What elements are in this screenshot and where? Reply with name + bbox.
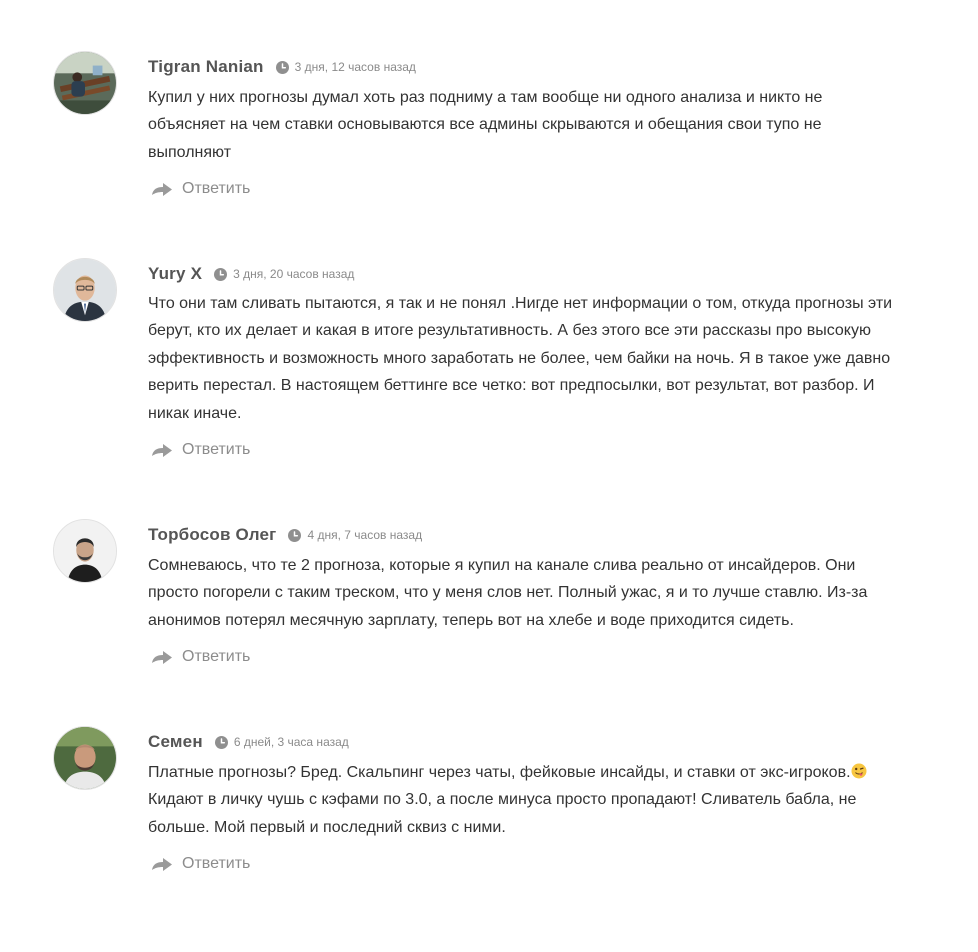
comment-text-line: Что они там сливать пытаются, я так и не… [148,295,893,312]
comment-text-line-with-emoji: Платные прогнозы? Бред. Скальпинг через … [148,759,958,786]
comment-text-line: Сомневаюсь, что те 2 прогноза, которые я… [148,557,856,574]
comment-timestamp: 3 дня, 12 часов назад [294,60,416,74]
comment-text: Сомневаюсь, что те 2 прогноза, которые я… [148,552,958,634]
reply-arrow-icon [151,181,173,197]
reply-arrow-icon [151,649,173,665]
comment-text: Платные прогнозы? Бред. Скальпинг через … [148,759,958,841]
clock-icon [214,735,228,749]
comment-text: Что они там сливать пытаются, я так и не… [148,290,958,427]
comment-text-line: выполняют [148,143,232,161]
comment-text-line: никак иначе. [148,404,242,422]
comment-text-line: Купил у них прогнозы думал хоть раз подн… [148,89,823,106]
comment-text-line: Кидают в личку чушь с кэфами по 3.0, а п… [148,791,857,809]
reply-arrow-icon [151,442,173,458]
reply-arrow-icon [151,856,173,872]
reply-label: Ответить [182,648,251,665]
avatar[interactable] [53,258,117,322]
comment-text-line: верить перестал. В настоящем беттинге вс… [148,377,875,395]
winking-face-with-tongue-emoji [851,761,867,779]
clock-icon [275,60,289,74]
reply-label: Ответить [182,441,251,458]
comment-text-line: Платные прогнозы? Бред. Скальпинг через … [148,764,851,781]
comment-text-line: просто погорели с таким треском, что у м… [148,584,868,602]
reply-button[interactable]: Ответить [151,646,250,668]
clock-icon [288,528,302,542]
comment-author: Tigran Nanian [148,57,264,76]
reply-label: Ответить [182,180,251,197]
comment-text: Купил у них прогнозы думал хоть раз подн… [148,84,958,166]
comment-text-line: больше. Мой первый и последний сквиз с н… [148,818,506,836]
reply-button[interactable]: Ответить [151,439,250,461]
comment-timestamp: 3 дня, 20 часов назад [233,267,355,281]
reply-label: Ответить [182,855,251,872]
comment-text-line: анонимов потерял месячную зарплату, тепе… [148,611,794,629]
comment-text-line: берут, кто их делает и какая в итоге рез… [148,322,871,340]
reply-button[interactable]: Ответить [151,178,250,200]
avatar[interactable] [53,519,117,583]
comment-timestamp: 6 дней, 3 часа назад [233,735,349,749]
comment-timestamp: 4 дня, 7 часов назад [307,528,423,542]
clock-icon [214,267,228,281]
comment-text-line: объясняет на чем ставки основываются все… [148,116,822,134]
comment-text-line: эффективность и возможность много зарабо… [148,349,891,367]
comment-author: Семен [148,732,203,751]
avatar[interactable] [53,726,117,790]
comment-author: Торбосов Олег [148,525,277,544]
avatar[interactable] [53,51,117,115]
reply-button[interactable]: Ответить [151,853,250,875]
comment-author: Yury X [148,264,203,283]
